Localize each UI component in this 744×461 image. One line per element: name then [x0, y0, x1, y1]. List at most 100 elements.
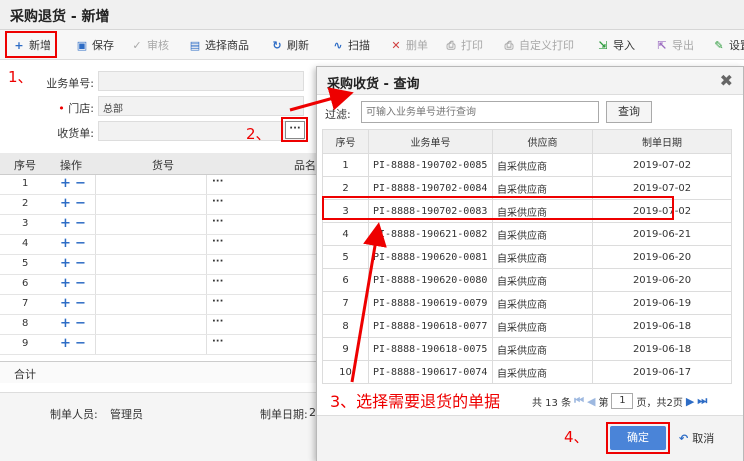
toolbar-settings-button[interactable]: ✎ 设置: [712, 34, 744, 56]
table-row[interactable]: 6 PI-8888-190620-0080 自采供应商 2019-06-20: [322, 268, 732, 292]
dialog-header: 采购收货 - 查询 ✖: [317, 67, 743, 95]
store-label: • 门店:: [58, 102, 94, 115]
refresh-icon: ↻: [272, 38, 282, 52]
close-icon[interactable]: ✖: [720, 71, 733, 90]
row-doc-no: PI-8888-190618-0077: [368, 314, 493, 338]
grid-code-cell[interactable]: [95, 335, 207, 354]
toolbar-button-label: 扫描: [348, 39, 370, 52]
grid-code-browse-button[interactable]: ···: [212, 276, 223, 287]
doc-no-input[interactable]: [98, 71, 304, 91]
remove-row-icon[interactable]: −: [75, 256, 86, 271]
pager-prefix: 第: [598, 397, 609, 409]
prev-page-icon[interactable]: ◀: [587, 395, 595, 408]
add-row-icon[interactable]: +: [60, 176, 71, 191]
toolbar-print-button[interactable]: ⎙ 打印: [444, 34, 483, 56]
first-page-icon[interactable]: ⏮: [574, 394, 584, 408]
toolbar-refresh-button[interactable]: ↻ 刷新: [270, 34, 309, 56]
last-page-icon[interactable]: ⏭: [697, 394, 707, 408]
row-supplier: 自采供应商: [492, 360, 593, 384]
scan-icon: ∿: [333, 38, 343, 52]
table-row[interactable]: 4 PI-8888-190621-0082 自采供应商 2019-06-21: [322, 222, 732, 246]
pager: 共 13 条 ⏮ ◀ 第 1 页，共2页 ▶ ⏭: [532, 393, 707, 409]
toolbar-button-label: 选择商品: [205, 39, 249, 52]
grid-code-browse-button[interactable]: ···: [212, 216, 223, 227]
add-row-icon[interactable]: +: [60, 256, 71, 271]
table-row[interactable]: 7 PI-8888-190619-0079 自采供应商 2019-06-19: [322, 291, 732, 315]
add-row-icon[interactable]: +: [60, 316, 71, 331]
dialog-footer: 确定 ↶ 取消: [317, 415, 743, 461]
grid-code-cell[interactable]: [95, 255, 207, 274]
grid-row: 4 + − ···: [0, 235, 316, 255]
grid-code-browse-button[interactable]: ···: [212, 176, 223, 187]
grid-code-browse-button[interactable]: ···: [212, 296, 223, 307]
remove-row-icon[interactable]: −: [75, 276, 86, 291]
toolbar-cart-button[interactable]: ▤ 选择商品: [188, 34, 249, 56]
row-seq: 1: [322, 153, 369, 177]
cancel-button[interactable]: ↶ 取消: [679, 430, 714, 446]
table-row[interactable]: 8 PI-8888-190618-0077 自采供应商 2019-06-18: [322, 314, 732, 338]
grid-code-cell[interactable]: [95, 175, 207, 194]
grid-code-cell[interactable]: [95, 235, 207, 254]
toolbar: + 新增 ▣ 保存 ✓ 审核 ▤ 选择商品 ↻ 刷新 ∿ 扫描 ✕ 删单 ⎙ 打印 ⎙ 自定义打印 ⇲ 导入 ⇱ 导出 ✎ 设…: [0, 30, 744, 60]
toolbar-button-label: 刷新: [287, 39, 309, 52]
remove-row-icon[interactable]: −: [75, 176, 86, 191]
grid-row-seq: 1: [22, 178, 29, 189]
grid-code-browse-button[interactable]: ···: [212, 196, 223, 207]
grid-code-browse-button[interactable]: ···: [212, 256, 223, 267]
window-titlebar: 采购退货 - 新增: [0, 0, 744, 30]
store-input[interactable]: 总部: [98, 96, 304, 116]
toolbar-import-button[interactable]: ⇲ 导入: [596, 34, 635, 56]
toolbar-button-label: 删单: [406, 39, 428, 52]
grid-code-cell[interactable]: [95, 315, 207, 334]
table-header-row: 序号 业务单号 供应商 制单日期: [322, 129, 732, 154]
toolbar-save-button[interactable]: ▣ 保存: [75, 34, 114, 56]
remove-row-icon[interactable]: −: [75, 296, 86, 311]
remove-row-icon[interactable]: −: [75, 316, 86, 331]
toolbar-button-label: 保存: [92, 39, 114, 52]
row-seq: 10: [322, 360, 369, 384]
toolbar-export-button[interactable]: ⇱ 导出: [655, 34, 694, 56]
toolbar-button-label: 导入: [613, 39, 635, 52]
toolbar-scan-button[interactable]: ∿ 扫描: [331, 34, 370, 56]
add-row-icon[interactable]: +: [60, 276, 71, 291]
grid-row-seq: 6: [22, 278, 29, 289]
remove-row-icon[interactable]: −: [75, 196, 86, 211]
toolbar-check-button[interactable]: ✓ 审核: [130, 34, 169, 56]
row-date: 2019-06-19: [592, 291, 732, 315]
grid-code-cell[interactable]: [95, 215, 207, 234]
add-row-icon[interactable]: +: [60, 196, 71, 211]
toolbar-custom-print-button[interactable]: ⎙ 自定义打印: [502, 34, 574, 56]
grid-total-label: 合计: [14, 368, 36, 381]
query-button[interactable]: 查询: [606, 101, 652, 123]
grid-code-cell[interactable]: [95, 195, 207, 214]
add-row-icon[interactable]: +: [60, 216, 71, 231]
form-footer: 制单人员: 管理员 制单日期: 2: [0, 392, 316, 461]
receipt-input[interactable]: [98, 121, 304, 141]
add-row-icon[interactable]: +: [60, 296, 71, 311]
table-row[interactable]: 10 PI-8888-190617-0074 自采供应商 2019-06-17: [322, 360, 732, 384]
grid-row: 5 + − ···: [0, 255, 316, 275]
grid-code-browse-button[interactable]: ···: [212, 336, 223, 347]
grid-code-browse-button[interactable]: ···: [212, 316, 223, 327]
row-doc-no: PI-8888-190618-0075: [368, 337, 493, 361]
col-date: 制单日期: [592, 129, 732, 154]
grid-code-cell[interactable]: [95, 275, 207, 294]
grid-code-browse-button[interactable]: ···: [212, 236, 223, 247]
page-number-input[interactable]: 1: [611, 393, 634, 409]
grid-code-cell[interactable]: [95, 295, 207, 314]
next-page-icon[interactable]: ▶: [686, 395, 694, 408]
add-row-icon[interactable]: +: [60, 336, 71, 351]
toolbar-delete-button[interactable]: ✕ 删单: [389, 34, 428, 56]
remove-row-icon[interactable]: −: [75, 236, 86, 251]
table-row[interactable]: 5 PI-8888-190620-0081 自采供应商 2019-06-20: [322, 245, 732, 269]
table-row[interactable]: 9 PI-8888-190618-0075 自采供应商 2019-06-18: [322, 337, 732, 361]
row-date: 2019-06-18: [592, 337, 732, 361]
remove-row-icon[interactable]: −: [75, 216, 86, 231]
toolbar-button-label: 自定义打印: [519, 39, 574, 52]
remove-row-icon[interactable]: −: [75, 336, 86, 351]
filter-input[interactable]: [361, 101, 599, 123]
annotation-step-2: 2、: [246, 125, 271, 143]
add-row-icon[interactable]: +: [60, 236, 71, 251]
table-row[interactable]: 1 PI-8888-190702-0085 自采供应商 2019-07-02: [322, 153, 732, 177]
row-doc-no: PI-8888-190620-0080: [368, 268, 493, 292]
